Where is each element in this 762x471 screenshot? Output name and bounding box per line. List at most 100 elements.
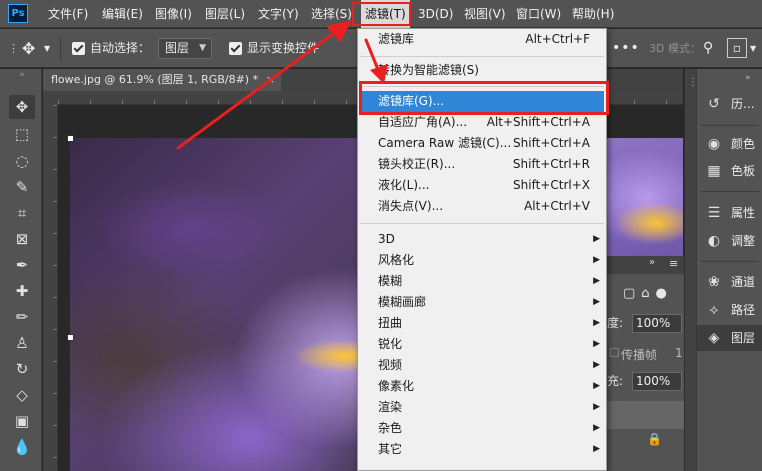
panel-label: 图层 — [731, 331, 756, 345]
menu-item-convert-smart-filter[interactable]: 转换为智能滤镜(S) — [358, 60, 606, 81]
menu-item-3d[interactable]: 3D ▶ — [358, 229, 606, 250]
toolbar-collapse-icon[interactable]: » — [9, 69, 35, 81]
panel-label: 调整 — [731, 234, 756, 248]
auto-select-label: 自动选择： — [90, 41, 151, 55]
quick-select-tool-icon[interactable]: ✎ — [9, 175, 35, 199]
menu-item-filter-gallery-last[interactable]: 滤镜库 Alt+Ctrl+F — [358, 29, 606, 50]
menu-item-distort[interactable]: 扭曲 ▶ — [358, 313, 606, 334]
menu-type[interactable]: 文字(Y) — [254, 0, 303, 28]
menu-image[interactable]: 图像(I) — [151, 0, 196, 28]
move-tool-preset-icon[interactable]: ✥ — [22, 29, 35, 68]
menu-help[interactable]: 帮助(H) — [568, 0, 618, 28]
panel-history[interactable]: ↺ 历... — [697, 91, 762, 117]
menu-item-video[interactable]: 视频 ▶ — [358, 355, 606, 376]
chevron-down-icon[interactable]: ▼ — [44, 29, 50, 68]
panel-dock: » ↺ 历... ◉ 颜色 ▦ 色板 ☰ 属性 ◐ 调整 ❀ 通道 ⟡ 路径 ◈… — [696, 69, 762, 471]
opacity-input[interactable]: 100% — [632, 314, 682, 333]
menu-window[interactable]: 窗口(W) — [512, 0, 565, 28]
panel-color[interactable]: ◉ 颜色 — [697, 131, 762, 157]
panel-swatches[interactable]: ▦ 色板 — [697, 158, 762, 184]
panel-paths[interactable]: ⟡ 路径 — [697, 297, 762, 323]
collapse-panels-icon[interactable]: » — [745, 73, 751, 83]
menu-item-render[interactable]: 渲染 ▶ — [358, 397, 606, 418]
transform-handle[interactable] — [67, 334, 74, 341]
submenu-arrow-icon: ▶ — [593, 423, 600, 433]
menu-item-stylize[interactable]: 风格化 ▶ — [358, 250, 606, 271]
document-tab-title: flowe.jpg @ 61.9% (图层 1, RGB/8#) * — [51, 73, 259, 86]
crop-tool-icon[interactable]: ⌗ — [9, 201, 35, 225]
submenu-arrow-icon: ▶ — [593, 276, 600, 286]
transform-handle[interactable] — [67, 135, 74, 142]
history-icon: ↺ — [708, 96, 720, 112]
menu-item-vanishing-point[interactable]: 消失点(V)... Alt+Ctrl+V — [358, 196, 606, 217]
menu-item-sharpen[interactable]: 锐化 ▶ — [358, 334, 606, 355]
more-options-icon[interactable]: ••• — [612, 29, 640, 68]
panel-adjustments[interactable]: ◐ 调整 — [697, 228, 762, 254]
search-icon[interactable]: ⚲ — [703, 29, 713, 68]
clone-stamp-tool-icon[interactable]: ♙ — [9, 331, 35, 355]
menu-item-noise[interactable]: 杂色 ▶ — [358, 418, 606, 439]
menu-item-liquify[interactable]: 液化(L)... Shift+Ctrl+X — [358, 175, 606, 196]
panel-header: » ≡ — [607, 256, 685, 274]
submenu-arrow-icon: ▶ — [593, 297, 600, 307]
menu-item-blur[interactable]: 模糊 ▶ — [358, 271, 606, 292]
ruler-origin[interactable] — [43, 91, 58, 105]
document-tab[interactable]: flowe.jpg @ 61.9% (图层 1, RGB/8#) * × — [43, 69, 281, 91]
panel-properties[interactable]: ☰ 属性 — [697, 200, 762, 226]
menu-3d[interactable]: 3D(D) — [414, 0, 457, 28]
menu-item-lens-correction[interactable]: 镜头校正(R)... Shift+Ctrl+R — [358, 154, 606, 175]
menu-edit[interactable]: 编辑(E) — [98, 0, 147, 28]
blur-tool-icon[interactable]: 💧 — [9, 435, 35, 459]
menu-item-blur-gallery[interactable]: 模糊画廊 ▶ — [358, 292, 606, 313]
dropdown-value: 图层 — [165, 41, 190, 55]
submenu-arrow-icon: ▶ — [593, 234, 600, 244]
auto-select-checkbox[interactable] — [72, 42, 85, 55]
layer-row-selected[interactable] — [607, 401, 685, 429]
layers-icon: ◈ — [708, 330, 720, 346]
submenu-arrow-icon: ▶ — [593, 381, 600, 391]
menu-layer[interactable]: 图层(L) — [201, 0, 249, 28]
channels-icon: ❀ — [708, 274, 720, 290]
close-icon[interactable]: × — [266, 69, 275, 91]
fill-input[interactable]: 100% — [632, 372, 682, 391]
lasso-tool-icon[interactable]: ◌ — [9, 149, 35, 173]
auto-select-target-dropdown[interactable]: 图层 ▼ — [158, 38, 212, 59]
menu-select[interactable]: 选择(S) — [307, 0, 356, 28]
panel-layers[interactable]: ◈ 图层 — [697, 325, 762, 351]
submenu-arrow-icon: ▶ — [593, 360, 600, 370]
healing-brush-tool-icon[interactable]: ✚ — [9, 279, 35, 303]
layers-panel-partial: » ≡ ▢⌂● 度: 100% ☐ 传播帧 1 充: 100% 🔒 — [606, 256, 685, 471]
swatches-icon: ▦ — [707, 163, 721, 179]
history-brush-tool-icon[interactable]: ↻ — [9, 357, 35, 381]
menu-item-camera-raw[interactable]: Camera Raw 滤镜(C)... Shift+Ctrl+A — [358, 133, 606, 154]
eraser-tool-icon[interactable]: ◇ — [9, 383, 35, 407]
menu-item-other[interactable]: 其它 ▶ — [358, 439, 606, 460]
menu-item-adaptive-wide-angle[interactable]: 自适应广角(A)... Alt+Shift+Ctrl+A — [358, 112, 606, 133]
marquee-tool-icon[interactable]: ⬚ — [9, 122, 35, 146]
color-icon: ◉ — [707, 136, 721, 152]
chevron-down-icon[interactable]: ▼ — [750, 29, 756, 68]
show-transform-label: 显示变换控件 — [247, 41, 320, 55]
adjustments-icon: ◐ — [707, 233, 721, 249]
chevron-down-icon: ▼ — [199, 43, 206, 53]
flower-photo-edge — [606, 138, 683, 268]
menu-view[interactable]: 视图(V) — [460, 0, 510, 28]
eyedropper-tool-icon[interactable]: ✒ — [9, 253, 35, 277]
collapse-icon[interactable]: » — [649, 257, 655, 268]
show-transform-checkbox[interactable] — [229, 42, 242, 55]
workspace-icon[interactable]: ▫ — [727, 38, 747, 58]
frame-tool-icon[interactable]: ⊠ — [9, 227, 35, 251]
panel-channels[interactable]: ❀ 通道 — [697, 269, 762, 295]
submenu-arrow-icon: ▶ — [593, 255, 600, 265]
brush-tool-icon[interactable]: ✏ — [9, 305, 35, 329]
move-tool-icon[interactable]: ✥ — [9, 95, 35, 119]
properties-icon: ☰ — [707, 205, 721, 221]
panel-label: 属性 — [731, 206, 756, 220]
gradient-tool-icon[interactable]: ▣ — [9, 409, 35, 433]
submenu-arrow-icon: ▶ — [593, 339, 600, 349]
panel-menu-icon[interactable]: ≡ — [669, 257, 678, 270]
menu-item-pixelate[interactable]: 像素化 ▶ — [358, 376, 606, 397]
panel-label: 路径 — [731, 303, 756, 317]
vertical-ruler[interactable] — [43, 105, 58, 471]
menu-file[interactable]: 文件(F) — [44, 0, 92, 28]
